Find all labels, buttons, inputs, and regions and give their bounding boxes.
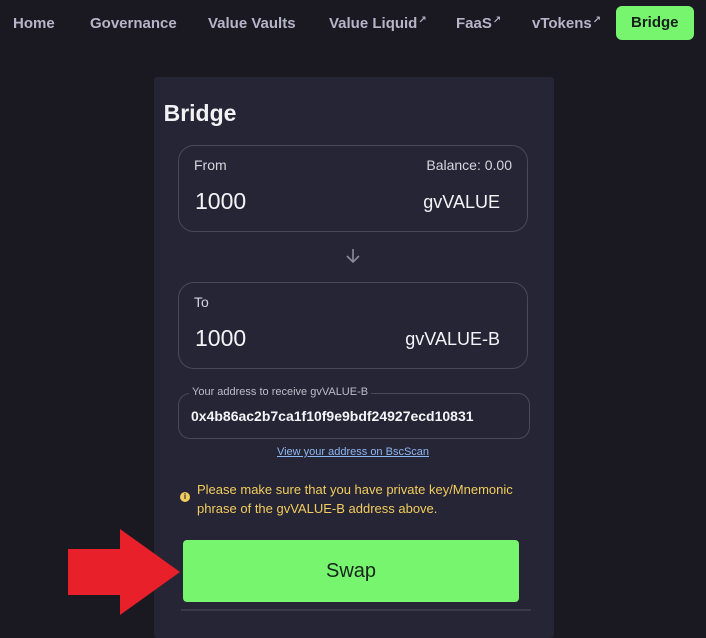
nav-vtokens[interactable]: vTokens↗ [532,15,601,32]
address-input[interactable]: 0x4b86ac2b7ca1f10f9e9bdf24927ecd10831 [191,408,517,424]
external-link-icon: ↗ [492,15,502,26]
from-panel: From Balance: 0.00 1000 gvVALUE [178,145,528,232]
arrow-down-icon[interactable] [343,246,363,266]
nav-governance[interactable]: Governance [90,15,177,32]
external-link-icon: ↗ [418,15,427,26]
nav-value-liquid-label: Value Liquid [329,15,418,32]
red-arrow-icon [68,529,180,615]
to-label: To [194,294,209,310]
to-amount-input[interactable]: 1000 [195,325,246,352]
address-field-label: Your address to receive gvVALUE-B [189,386,372,398]
nav-value-liquid[interactable]: Value Liquid↗ [329,15,427,32]
address-field[interactable]: Your address to receive gvVALUE-B 0x4b86… [178,386,530,439]
nav-bridge[interactable]: Bridge [616,6,694,40]
balance-text: Balance: 0.00 [426,157,512,173]
top-nav: Home Governance Value Vaults Value Liqui… [0,0,706,46]
to-token: gvVALUE-B [405,329,500,349]
from-label: From [194,157,227,173]
bscscan-link[interactable]: View your address on BscScan [0,446,706,458]
nav-value-vaults[interactable]: Value Vaults [208,15,296,32]
external-link-icon: ↗ [592,15,602,26]
swap-button[interactable]: Swap [183,540,519,602]
from-token: gvVALUE [423,192,500,212]
page-title: Bridge [163,100,237,126]
from-amount-input[interactable]: 1000 [195,188,246,215]
info-icon: i [180,492,190,502]
nav-faas[interactable]: FaaS↗ [456,15,501,32]
divider [181,609,531,611]
to-panel: To 1000 gvVALUE-B [178,282,528,369]
nav-vtokens-label: vTokens [532,15,592,32]
warning-text: Please make sure that you have private k… [197,482,513,516]
nav-home[interactable]: Home [13,15,55,32]
nav-faas-label: FaaS [456,15,492,32]
